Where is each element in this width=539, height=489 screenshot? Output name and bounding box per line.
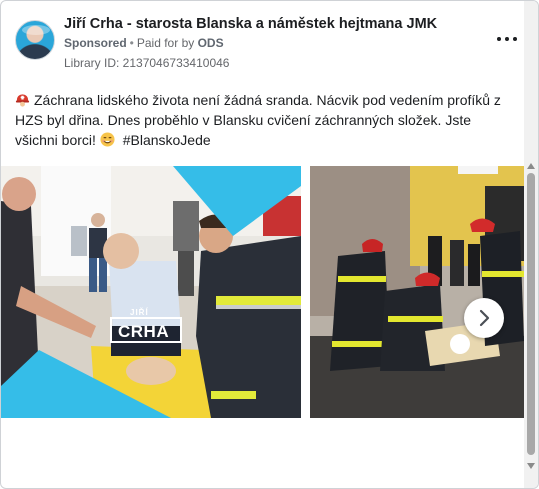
rescue-helmet-icon bbox=[15, 94, 30, 107]
carousel-image-2[interactable] bbox=[310, 166, 524, 418]
sponsorship-line: Sponsored • Paid for by ODS bbox=[64, 36, 224, 50]
advertiser-name[interactable]: Jiří Crha - starosta Blanska a náměstek … bbox=[64, 16, 437, 32]
chevron-right-icon bbox=[479, 309, 490, 327]
advertiser-avatar[interactable] bbox=[15, 20, 55, 60]
image-carousel: JIŘÍ CRHA bbox=[1, 166, 526, 418]
post-text: Záchrana lidského života není žádná sran… bbox=[15, 90, 515, 150]
crha-logo-main: CRHA bbox=[118, 322, 169, 341]
sponsored-label: Sponsored bbox=[64, 36, 127, 50]
smiling-face-icon bbox=[100, 132, 115, 147]
post-text-main: Záchrana lidského života není žádná sran… bbox=[15, 92, 501, 148]
crha-logo-top: JIŘÍ bbox=[130, 308, 149, 317]
scrollbar-thumb[interactable] bbox=[527, 173, 535, 455]
paid-for-by-name[interactable]: ODS bbox=[198, 36, 224, 50]
scroll-up-arrow-icon[interactable] bbox=[527, 163, 535, 169]
post-hashtag[interactable]: #BlanskoJede bbox=[123, 132, 211, 148]
more-options-icon[interactable] bbox=[496, 31, 518, 47]
carousel-image-1[interactable]: JIŘÍ CRHA bbox=[1, 166, 301, 418]
library-id: Library ID: 2137046733410046 bbox=[64, 56, 230, 70]
ad-card: Jiří Crha - starosta Blanska a náměstek … bbox=[0, 0, 539, 489]
carousel-next-button[interactable] bbox=[464, 298, 504, 338]
scroll-down-arrow-icon[interactable] bbox=[527, 463, 535, 469]
paid-for-by-prefix: Paid for by bbox=[136, 36, 195, 50]
